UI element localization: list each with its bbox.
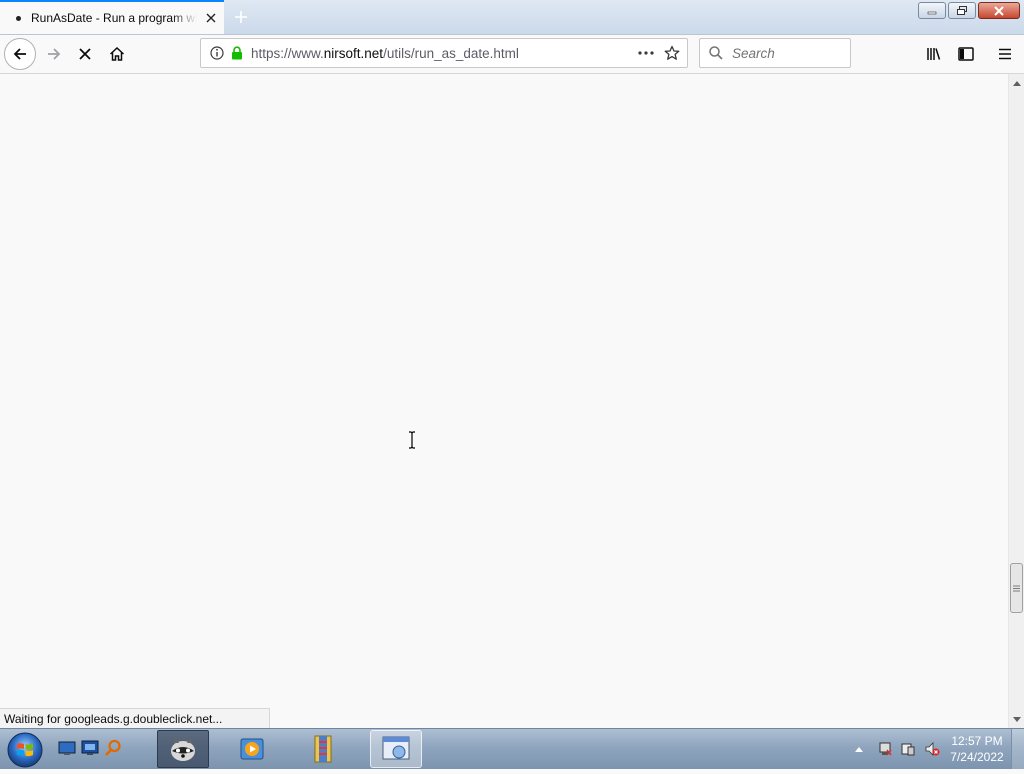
remote-desktop-icon [81,740,99,755]
search-tool-quicklaunch[interactable] [104,739,122,757]
library-icon [927,48,941,60]
library-button[interactable] [918,38,950,70]
menu-icon [999,48,1011,60]
back-arrow-icon [13,48,26,60]
sidebar-button[interactable] [950,38,982,70]
vertical-scrollbar[interactable] [1008,74,1024,728]
media-player-icon [240,738,264,760]
window-close-button[interactable] [978,2,1020,19]
scroll-up-arrow-icon[interactable] [1009,76,1024,90]
window-close-icon [994,5,1004,16]
restore-button[interactable] [948,2,976,19]
new-tab-icon [235,11,247,23]
new-tab-button[interactable] [230,6,252,28]
search-box[interactable] [699,38,851,68]
tray-arrow-icon[interactable] [851,741,867,757]
page-actions-icon [638,51,654,55]
bookmark-button[interactable] [661,42,683,64]
bookmark-star-icon [664,45,680,60]
loading-dot-icon [16,15,21,21]
back-button[interactable] [4,38,36,70]
page-actions-button[interactable] [635,42,657,64]
clock-date: 7/24/2022 [950,750,1004,764]
sidebar-icon [958,47,974,61]
taskbar: 12:57 PM 7/24/2022 [0,728,1024,769]
menu-button[interactable] [989,38,1021,70]
taskbar-raccoon-app[interactable] [157,730,209,768]
restore-icon [957,5,967,15]
show-desktop-quicklaunch[interactable] [58,739,76,757]
scrollbar-thumb[interactable] [1010,563,1023,613]
lock-icon[interactable] [229,45,245,61]
search-input[interactable] [730,44,844,62]
forward-button[interactable] [38,38,70,70]
taskbar-media-player[interactable] [227,730,279,768]
scroll-down-arrow-icon[interactable] [1009,712,1024,726]
window-controls [918,2,1020,19]
search-icon [708,45,724,61]
taskbar-browser-window[interactable] [370,730,422,768]
tab-strip: RunAsDate - Run a program with the date/… [0,0,1024,35]
status-panel: Waiting for googleads.g.doubleclick.net.… [0,708,270,728]
taskbar-file-archive[interactable] [297,730,349,768]
remote-desktop-quicklaunch[interactable] [81,739,99,757]
home-icon [109,46,125,61]
windows-start-icon [7,732,43,768]
minimize-button[interactable] [918,2,946,19]
navigation-toolbar: https://www.nirsoft.net/utils/run_as_dat… [0,35,1024,74]
show-desktop-icon [58,741,76,755]
browser-window-icon [382,736,410,760]
stop-loading-icon [79,48,91,60]
search-tool-icon [105,739,121,756]
url-text: https://www.nirsoft.net/utils/run_as_dat… [251,45,519,61]
page-content[interactable] [0,74,1008,728]
stop-button[interactable] [69,38,101,70]
forward-arrow-icon [48,48,61,60]
start-button[interactable] [6,731,44,769]
file-archive-icon [314,735,332,763]
minimize-icon [927,11,937,14]
show-desktop-button[interactable] [1011,729,1024,769]
tab-close-icon[interactable] [203,10,219,26]
network-icon[interactable] [877,741,893,757]
info-icon[interactable] [209,45,225,61]
raccoon-app-icon [171,738,195,761]
action-center-icon[interactable] [900,741,916,757]
text-cursor-icon [409,431,415,449]
clock-time: 12:57 PM [951,734,1003,748]
system-clock[interactable]: 12:57 PM 7/24/2022 [946,733,1008,765]
tab-runasdate[interactable]: RunAsDate - Run a program with the date/… [0,0,224,34]
tab-title: RunAsDate - Run a program with the date/… [31,11,197,25]
volume-muted-icon[interactable] [924,741,940,757]
home-button[interactable] [101,38,133,70]
url-bar[interactable]: https://www.nirsoft.net/utils/run_as_dat… [200,38,688,68]
